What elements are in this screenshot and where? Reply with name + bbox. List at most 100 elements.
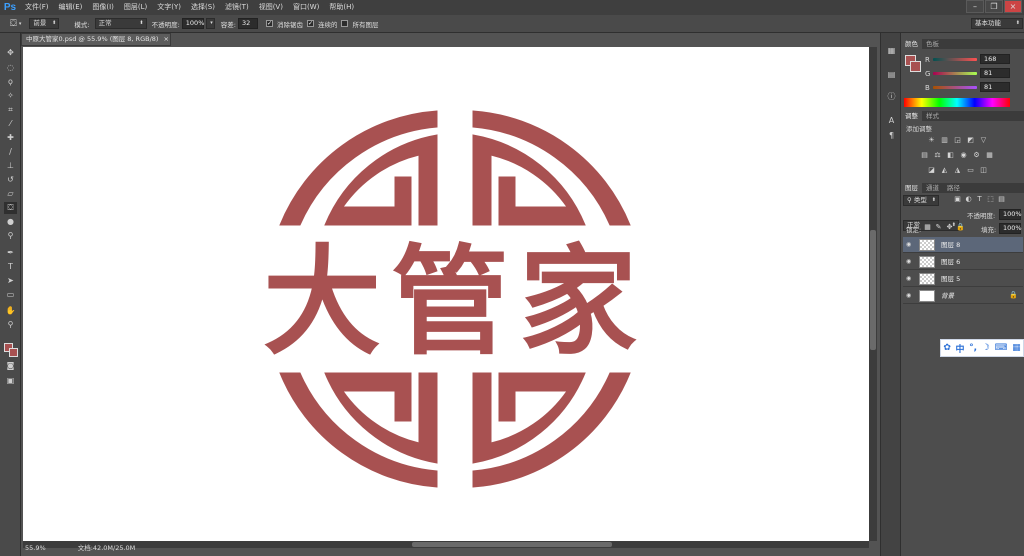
fill-input[interactable]: 100% [999,223,1022,234]
lock-position-icon[interactable]: ✥ [945,223,954,232]
info-panel-icon[interactable]: ⓘ [886,91,897,102]
visibility-eye-icon[interactable]: ◉ [906,241,914,249]
tab-color[interactable]: 颜色 [901,39,922,49]
paragraph-panel-icon[interactable]: ¶ [886,130,897,141]
marquee-tool-icon[interactable]: ◌ [4,62,17,74]
layer-opacity-input[interactable]: 100% [999,209,1022,220]
workspace-select[interactable]: 基本功能 ⬍ [971,18,1023,29]
path-selection-tool-icon[interactable]: ➤ [4,275,17,287]
dodge-tool-icon[interactable]: ⚲ [4,230,17,242]
ime-moon-icon[interactable]: ☽ [982,343,990,353]
close-tab-icon[interactable]: × [164,35,169,43]
posterize-icon[interactable]: ◭ [940,166,949,175]
hue-saturation-icon[interactable]: ▤ [920,151,929,160]
b-value-input[interactable]: 81 [980,82,1010,92]
restore-button[interactable]: ❐ [985,0,1003,13]
b-slider[interactable] [933,86,977,89]
fill-source-select[interactable]: 前景 ⬍ [29,18,60,29]
lock-transparency-icon[interactable]: ▦ [923,223,932,232]
tab-channels[interactable]: 通道 [922,183,943,193]
crop-tool-icon[interactable]: ⌗ [4,104,17,116]
menu-filter[interactable]: 滤镜(T) [220,0,254,15]
tab-layers[interactable]: 图层 [901,183,922,193]
menu-image[interactable]: 图像(I) [87,0,119,15]
brush-tool-icon[interactable]: ∕ [4,146,17,158]
visibility-eye-icon[interactable]: ◉ [906,292,914,300]
move-tool-icon[interactable]: ✥ [4,47,17,59]
history-panel-icon[interactable]: ▦ [886,45,897,56]
blur-tool-icon[interactable]: ● [4,216,17,228]
ime-paw-icon[interactable]: ✿ [943,343,951,353]
layer-row[interactable]: ◉ 图层 6 [903,254,1023,270]
bg-color-chip[interactable] [910,61,921,72]
photo-filter-icon[interactable]: ◉ [959,151,968,160]
layer-row[interactable]: ◉ 图层 5 [903,271,1023,287]
mode-select[interactable]: 正常 ⬍ [94,18,147,29]
channel-mixer-icon[interactable]: ⚙ [972,151,981,160]
tab-paths[interactable]: 路径 [943,183,964,193]
screen-mode-icon[interactable]: ▣ [4,375,17,387]
horizontal-scroll-thumb[interactable] [412,542,612,547]
g-value-input[interactable]: 81 [980,68,1010,78]
ime-grid-icon[interactable]: ▦ [1012,343,1021,353]
lasso-tool-icon[interactable]: ϙ [4,76,17,88]
filter-type-icon[interactable]: T [975,195,984,204]
lock-pixels-icon[interactable]: ✎ [934,223,943,232]
filter-adjustment-icon[interactable]: ◐ [964,195,973,204]
background-color-swatch[interactable] [9,348,18,357]
r-value-input[interactable]: 168 [980,54,1010,64]
visibility-eye-icon[interactable]: ◉ [906,275,914,283]
filter-smart-object-icon[interactable]: ▤ [997,195,1006,204]
opacity-dropdown[interactable]: ▾ [205,18,215,29]
type-tool-icon[interactable]: T [4,261,17,273]
document-tab[interactable]: 中原大管家0.psd @ 55.9% (图层 8, RGB/8) × [21,33,171,46]
ime-punctuation[interactable]: °, [969,343,977,353]
ime-chinese-mode[interactable]: 中 [956,342,965,355]
ime-keyboard-icon[interactable]: ⌨ [994,343,1007,353]
hand-tool-icon[interactable]: ✋ [4,305,17,317]
zoom-level[interactable]: 55.9% [25,544,46,552]
menu-layer[interactable]: 图层(L) [119,0,152,15]
menu-select[interactable]: 选择(S) [186,0,220,15]
filter-shape-icon[interactable]: ⬚ [986,195,995,204]
opacity-input[interactable]: 100% [181,18,204,29]
threshold-icon[interactable]: ◮ [953,166,962,175]
quick-mask-icon[interactable]: ◙ [4,360,17,372]
character-panel-icon[interactable]: A [886,115,897,126]
invert-icon[interactable]: ◪ [927,166,936,175]
menu-window[interactable]: 窗口(W) [288,0,324,15]
eraser-tool-icon[interactable]: ▱ [4,188,17,200]
black-white-icon[interactable]: ◧ [946,151,955,160]
filter-pixel-icon[interactable]: ▣ [953,195,962,204]
menu-file[interactable]: 文件(F) [20,0,54,15]
curves-icon[interactable]: ◲ [953,136,962,145]
clone-stamp-tool-icon[interactable]: ⊥ [4,160,17,172]
color-balance-icon[interactable]: ⚖ [933,151,942,160]
paint-bucket-icon[interactable]: ⛋ [10,19,17,29]
properties-panel-icon[interactable]: ▤ [886,69,897,80]
all-layers-checkbox[interactable] [341,20,349,27]
visibility-eye-icon[interactable]: ◉ [906,258,914,266]
exposure-icon[interactable]: ◩ [966,136,975,145]
pen-tool-icon[interactable]: ✒ [4,247,17,259]
lock-all-icon[interactable]: 🔒 [956,223,965,232]
levels-icon[interactable]: ▥ [940,136,949,145]
selective-color-icon[interactable]: ◫ [979,166,988,175]
gradient-map-icon[interactable]: ▭ [966,166,975,175]
layer-kind-filter[interactable]: ⚲ 类型 ⬍ [903,195,939,206]
g-slider[interactable] [933,72,977,75]
healing-brush-tool-icon[interactable]: ✚ [4,132,17,144]
layer-row[interactable]: ◉ 背景 🔒 [903,288,1023,304]
menu-edit[interactable]: 编辑(E) [54,0,88,15]
paint-bucket-tool-icon[interactable]: ⛋ [4,202,17,214]
color-lookup-icon[interactable]: ▦ [985,151,994,160]
history-brush-tool-icon[interactable]: ↺ [4,174,17,186]
brightness-icon[interactable]: ☀ [927,136,936,145]
tolerance-input[interactable]: 32 [237,18,258,29]
zoom-tool-icon[interactable]: ⚲ [4,319,17,331]
vibrance-icon[interactable]: ▽ [979,136,988,145]
eyedropper-tool-icon[interactable]: ⁄ [4,118,17,130]
r-slider[interactable] [933,58,977,61]
contiguous-checkbox[interactable]: ✓ [306,20,314,27]
menu-view[interactable]: 视图(V) [254,0,288,15]
